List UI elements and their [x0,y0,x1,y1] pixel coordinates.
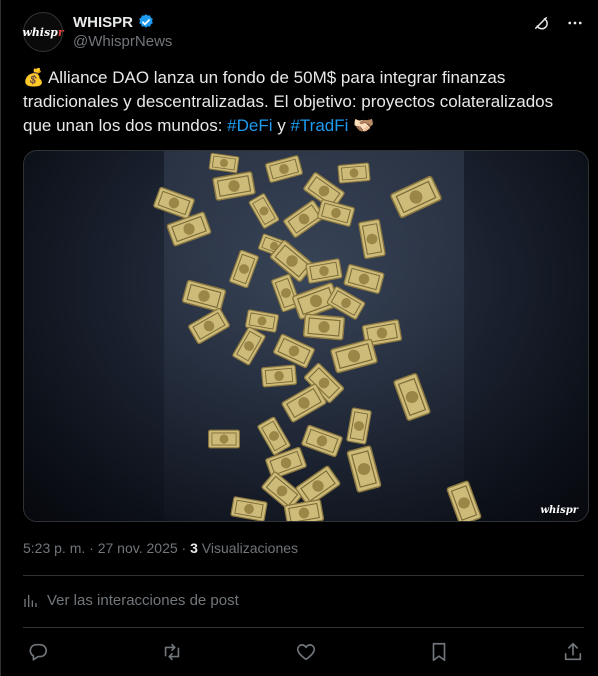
handshake-emoji: 🫱🏻‍🫲🏽 [348,116,375,135]
hashtag-defi-link[interactable]: #DeFi [227,116,272,135]
bookmark-icon[interactable] [428,641,450,663]
avatar-text: whisp [22,25,58,39]
tweet-header: whisp r WHISPR @WhisprNews [22,10,584,54]
view-interactions-label: Ver las interacciones de post [47,592,239,609]
analytics-icon [23,593,39,609]
reply-icon[interactable] [27,641,49,663]
header-actions [532,14,584,32]
author-name-row: WHISPR [73,13,155,31]
share-icon[interactable] [562,641,584,663]
tweet-time[interactable]: 5:23 p. m. [23,540,85,556]
tweet-media-image[interactable]: whispr [23,150,589,522]
meta-separator: · [85,540,98,556]
hashtag-tradfi-link[interactable]: #TradFi [290,116,348,135]
tweet-actions [27,640,584,664]
views-count: 3 [190,540,198,556]
money-rain-image [152,152,482,521]
tweet-text-part2: y [272,116,291,135]
more-options-icon[interactable] [566,14,584,32]
verified-badge-icon [137,13,155,31]
avatar-text-accent: r [57,25,64,39]
money-bag-emoji: 💰 [23,68,45,87]
tweet-detail: whisp r WHISPR @WhisprNews 💰 Alliance DAO… [0,0,598,676]
meta-separator-2: · [177,540,191,556]
views-label: Visualizaciones [201,540,299,556]
tweet-date[interactable]: 27 nov. 2025 [98,540,178,556]
media-watermark: whispr [540,505,578,516]
repost-icon[interactable] [161,641,183,663]
grok-icon[interactable] [532,14,550,32]
divider-top [23,575,584,576]
tweet-meta: 5:23 p. m. · 27 nov. 2025 · 3 Visualizac… [23,540,298,556]
view-interactions-link[interactable]: Ver las interacciones de post [23,592,239,609]
author-handle[interactable]: @WhisprNews [73,33,172,50]
divider-bottom [23,627,584,628]
author-name[interactable]: WHISPR [73,14,133,31]
tweet-text: 💰 Alliance DAO lanza un fondo de 50M$ pa… [23,66,578,138]
like-icon[interactable] [295,641,317,663]
avatar[interactable]: whisp r [22,12,64,52]
